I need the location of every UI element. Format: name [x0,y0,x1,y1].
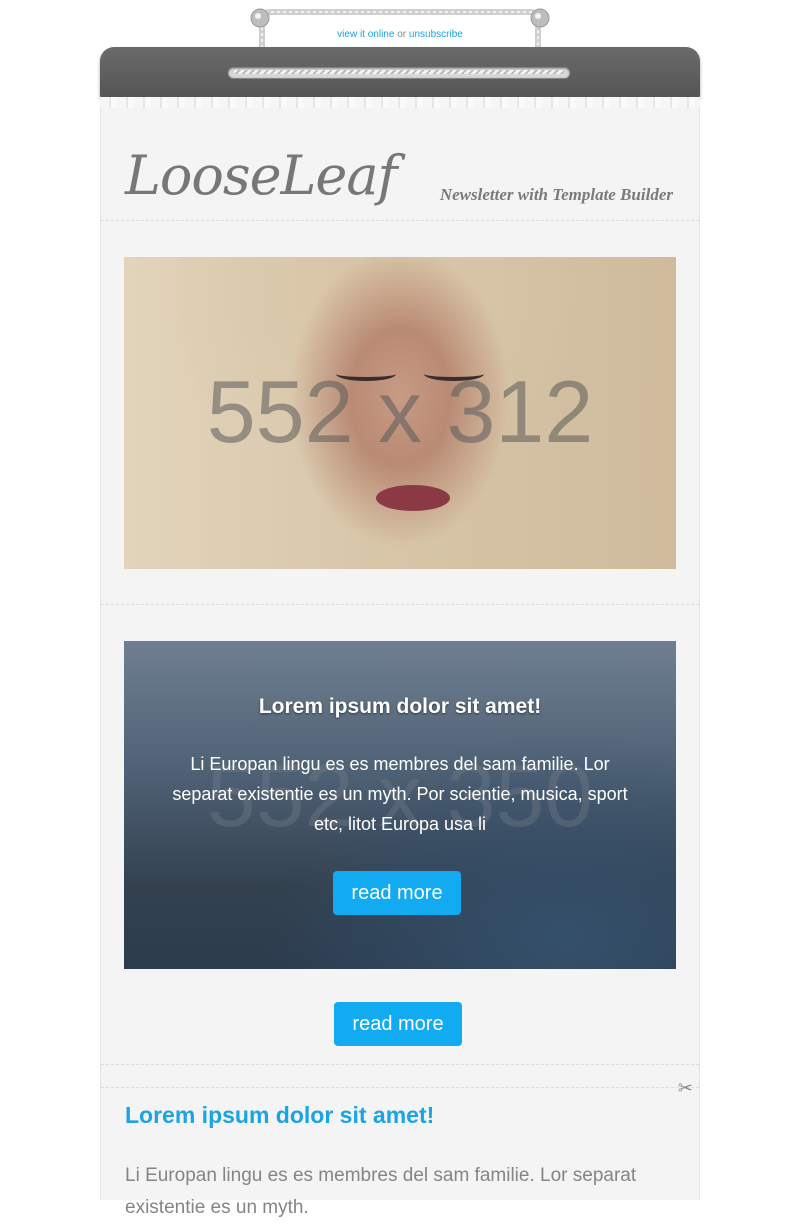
divider [101,604,699,605]
clip-slot [228,67,570,78]
cut-line [101,1087,699,1088]
banner-title: Lorem ipsum dolor sit amet! [258,695,542,718]
banner-read-more-button[interactable]: read more [333,871,461,915]
clipboard-clip [100,47,700,99]
hero-image: 552 x 312 [124,257,676,569]
scissors-icon: ✂ [677,1078,693,1098]
divider [101,220,699,221]
hero-placeholder-label: 552 x 312 [206,362,594,461]
divider [101,1064,699,1065]
logo: LooseLeaf [125,144,398,207]
feature-banner: 552 x 350 Lorem ipsum dolor sit amet! Li… [124,641,676,969]
newsletter-paper: LooseLeaf Newsletter with Template Build… [100,108,700,1218]
view-online-link[interactable]: view it online [337,29,394,40]
preheader-separator: or [397,29,407,40]
unsubscribe-link[interactable]: unsubscribe [409,29,463,40]
hero-lips [376,485,450,511]
article-body: Li Europan lingu es es membres del sam f… [125,1165,637,1218]
article-title: Lorem ipsum dolor sit amet! [125,1102,435,1128]
tagline: Newsletter with Template Builder [439,185,673,204]
read-more-button[interactable]: read more [334,1002,462,1046]
preheader-links: view it online or unsubscribe [0,29,800,40]
banner-body: Li Europan lingu es es membres del sam f… [172,754,628,834]
